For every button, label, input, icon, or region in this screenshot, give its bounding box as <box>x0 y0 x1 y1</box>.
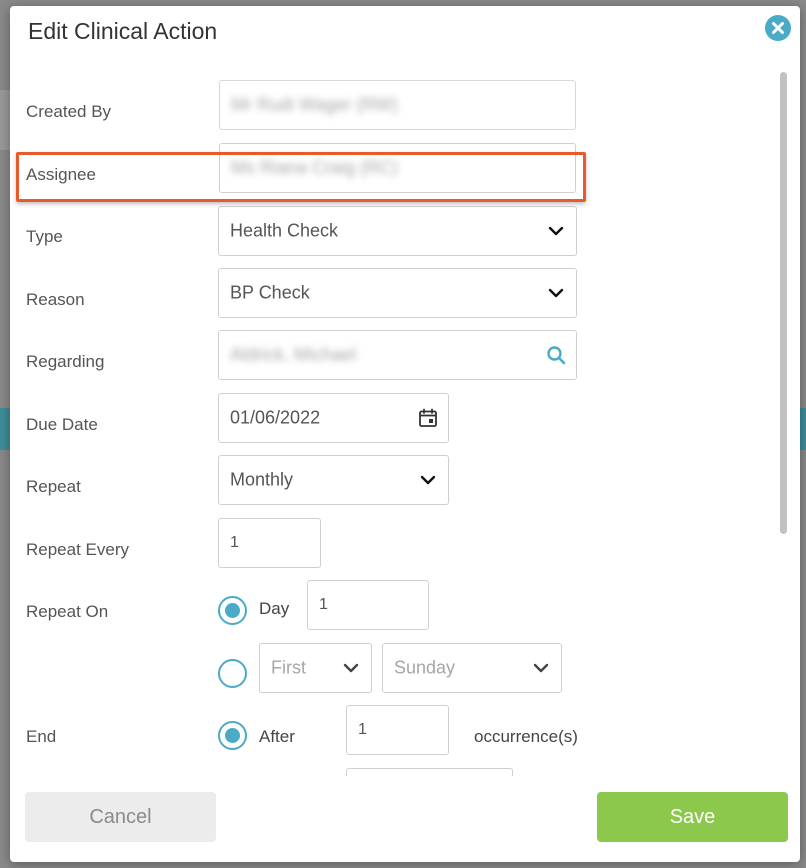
reason-label: Reason <box>26 290 85 309</box>
repeat-value: Monthly <box>230 469 294 490</box>
repeat-on-day-input[interactable]: 1 <box>307 580 429 630</box>
assignee-value: Ms Riana Craig (RC) <box>231 157 399 178</box>
chevron-down-icon <box>548 288 564 298</box>
repeat-label: Repeat <box>26 477 81 496</box>
repeat-on-ordinal-radio[interactable] <box>218 659 247 688</box>
scroll-thumb[interactable] <box>780 72 787 534</box>
repeat-every-value: 1 <box>230 534 239 551</box>
repeat-every-label: Repeat Every <box>26 540 129 559</box>
type-select[interactable]: Health Check <box>218 206 577 256</box>
reason-select[interactable]: BP Check <box>218 268 577 318</box>
regarding-label: Regarding <box>26 352 105 371</box>
repeat-on-day-label: Day <box>259 599 290 618</box>
weekday-value: Sunday <box>394 657 456 678</box>
end-after-input[interactable]: 1 <box>346 705 449 755</box>
cancel-button[interactable]: Cancel <box>25 792 216 842</box>
end-label: End <box>26 727 57 746</box>
chevron-down-icon <box>533 663 549 673</box>
search-icon[interactable] <box>546 345 566 365</box>
calendar-icon[interactable] <box>418 408 438 428</box>
created-by-label: Created By <box>26 102 112 121</box>
backdrop-strip <box>0 90 10 150</box>
chevron-down-icon <box>548 226 564 236</box>
type-value: Health Check <box>230 220 339 241</box>
occurrences-suffix: occurrence(s) <box>474 727 578 746</box>
form-scrollbar[interactable] <box>779 72 788 774</box>
end-date-input[interactable] <box>346 768 513 776</box>
due-date-input[interactable]: 01/06/2022 <box>218 393 449 443</box>
repeat-on-label: Repeat On <box>26 602 109 621</box>
regarding-input[interactable]: Aldrick, Michael <box>218 330 577 380</box>
end-after-radio[interactable] <box>218 721 247 750</box>
end-after-label: After <box>259 727 295 746</box>
created-by-field: Mr Rudi Wager (RW) <box>219 80 576 130</box>
reason-value: BP Check <box>230 282 310 303</box>
assignee-field[interactable]: Ms Riana Craig (RC) <box>219 143 576 193</box>
type-label: Type <box>26 227 63 246</box>
chevron-down-icon <box>420 475 436 485</box>
modal-title: Edit Clinical Action <box>28 18 218 44</box>
due-date-value: 01/06/2022 <box>230 407 321 428</box>
close-icon <box>772 22 784 34</box>
assignee-label: Assignee <box>26 165 96 184</box>
backdrop-teal-bar <box>0 408 10 450</box>
repeat-on-day-radio[interactable] <box>218 596 247 625</box>
ordinal-value: First <box>271 657 306 678</box>
due-date-label: Due Date <box>26 415 98 434</box>
weekday-select[interactable]: Sunday <box>382 643 562 693</box>
created-by-value: Mr Rudi Wager (RW) <box>231 94 399 115</box>
end-after-value: 1 <box>358 721 367 738</box>
repeat-on-day-value: 1 <box>319 596 328 613</box>
close-button[interactable] <box>765 15 791 41</box>
chevron-down-icon <box>343 663 359 673</box>
ordinal-select[interactable]: First <box>259 643 372 693</box>
form-body[interactable]: Created By Mr Rudi Wager (RW) Assignee M… <box>10 66 800 776</box>
edit-clinical-action-dialog: Edit Clinical Action Created By Mr Rudi … <box>10 6 800 862</box>
repeat-select[interactable]: Monthly <box>218 455 449 505</box>
regarding-value: Aldrick, Michael <box>230 344 357 365</box>
repeat-every-input[interactable]: 1 <box>218 518 321 568</box>
save-button[interactable]: Save <box>597 792 788 842</box>
backdrop-teal-bar-right <box>800 408 806 450</box>
